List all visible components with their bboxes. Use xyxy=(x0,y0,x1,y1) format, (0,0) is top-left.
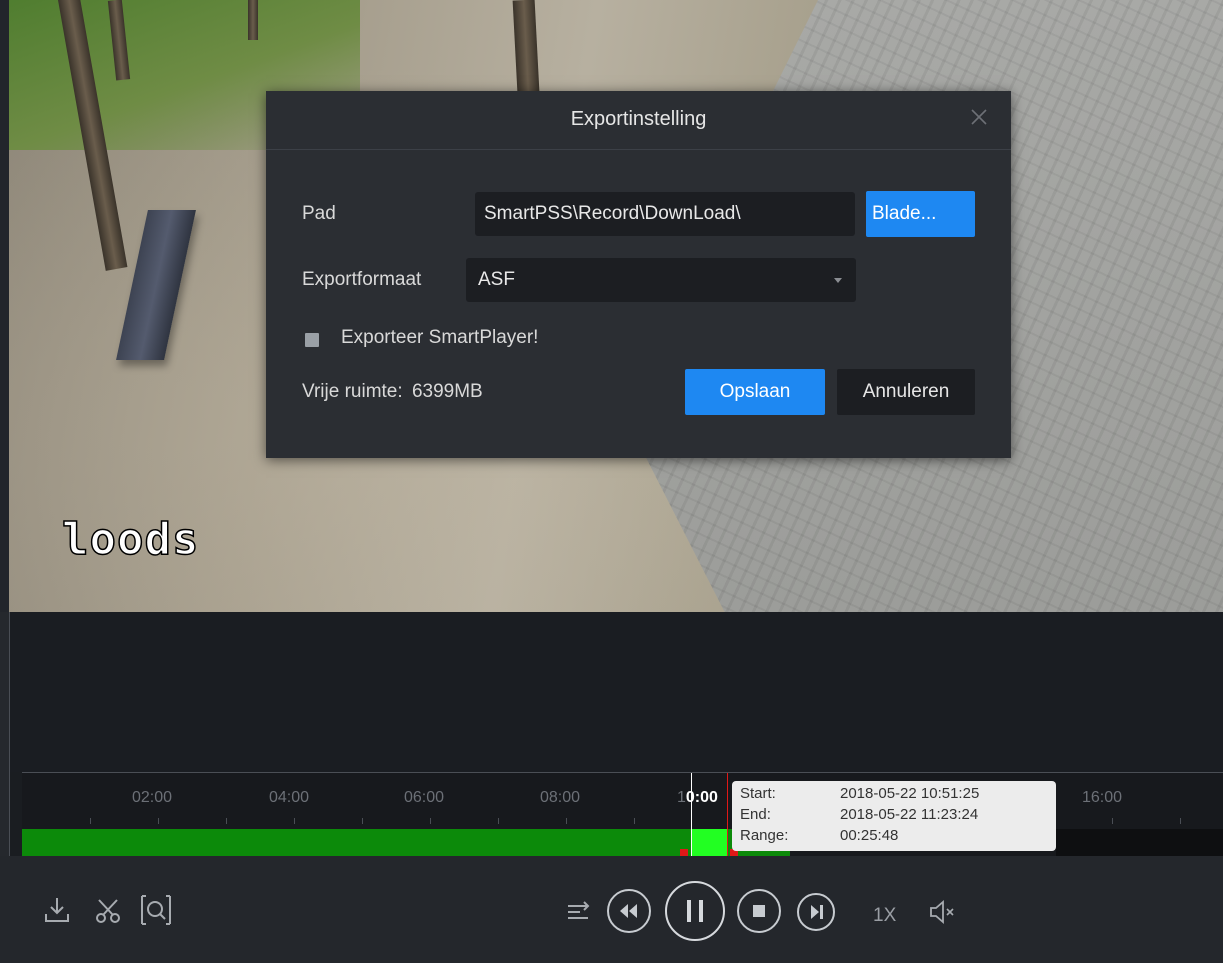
free-space-value: 6399MB xyxy=(411,381,483,402)
tick-mark xyxy=(1112,818,1113,824)
tick-mark xyxy=(566,818,567,824)
path-value: SmartPSS\Record\DownLoad\ xyxy=(484,203,741,224)
tick-label: 08:00 xyxy=(540,789,581,806)
tick-mark xyxy=(430,818,431,824)
tooltip-range-label: Range: xyxy=(740,827,789,844)
left-panel-edge xyxy=(0,0,9,612)
sync-icon[interactable] xyxy=(566,900,592,924)
save-button[interactable]: Opslaan xyxy=(685,369,825,415)
playback-controls: 1X xyxy=(0,856,1223,963)
tooltip-range-value: 00:25:48 xyxy=(840,827,899,844)
chevron-down-icon xyxy=(834,278,842,283)
cancel-button[interactable]: Annuleren xyxy=(837,369,975,415)
dialog-title: Exportinstelling xyxy=(570,108,707,130)
export-settings-dialog: Exportinstelling Pad SmartPSS\Record\Dow… xyxy=(266,91,1011,458)
range-tooltip: Start: 2018-05-22 10:51:25 End: 2018-05-22… xyxy=(732,781,1056,851)
mute-icon[interactable] xyxy=(928,900,956,924)
tooltip-start-row: Start: 2018-05-22 10:51:25 xyxy=(740,785,979,803)
bollard-post xyxy=(116,210,196,360)
tick-label: 04:00 xyxy=(269,789,310,806)
export-smartplayer-label[interactable]: Exporteer SmartPlayer! xyxy=(341,327,538,349)
tooltip-start-label: Start: xyxy=(740,785,776,802)
browse-button[interactable]: Blade... xyxy=(866,191,975,237)
tree-trunk xyxy=(512,0,540,93)
dialog-header: Exportinstelling xyxy=(266,91,1011,150)
next-frame-icon[interactable] xyxy=(796,892,836,932)
tooltip-end-value: 2018-05-22 11:23:24 xyxy=(840,806,979,823)
timeline[interactable]: 02:00 04:00 06:00 08:00 10:00 16:00 Star… xyxy=(22,772,1223,857)
tick-mark xyxy=(362,818,363,824)
player-blank-area xyxy=(9,612,1223,772)
pause-icon[interactable] xyxy=(664,880,726,942)
camera-name-overlay: loods xyxy=(61,513,200,566)
tooltip-end-row: End: 2018-05-22 11:23:24 xyxy=(740,806,978,824)
smart-search-icon[interactable] xyxy=(140,894,172,926)
tick-mark xyxy=(226,818,227,824)
tick-label: 02:00 xyxy=(132,789,173,806)
tooltip-end-label: End: xyxy=(740,806,771,823)
free-space-caption: Vrije ruimte: xyxy=(302,381,403,402)
scissors-icon[interactable] xyxy=(95,898,121,924)
playhead[interactable] xyxy=(691,773,692,856)
current-time-prefix: 1 xyxy=(677,789,686,806)
tick-mark xyxy=(634,818,635,824)
current-time-label: 10:00 xyxy=(677,789,718,807)
tick-mark xyxy=(1180,818,1181,824)
export-smartplayer-checkbox[interactable] xyxy=(305,333,319,347)
stop-icon[interactable] xyxy=(736,888,782,934)
selection-range[interactable] xyxy=(691,829,727,856)
tick-mark xyxy=(158,818,159,824)
path-label: Pad xyxy=(302,203,336,224)
tree-trunk xyxy=(248,0,258,40)
left-frame xyxy=(0,612,10,872)
tick-mark xyxy=(294,818,295,824)
format-select[interactable]: ASF xyxy=(466,258,856,302)
selection-end-line xyxy=(727,773,728,856)
no-recording-bar xyxy=(1056,829,1223,856)
tooltip-range-row: Range: 00:25:48 xyxy=(740,827,898,845)
tick-label: 06:00 xyxy=(404,789,445,806)
free-space-label: Vrije ruimte: 6399MB xyxy=(302,381,483,403)
speed-label[interactable]: 1X xyxy=(873,905,896,927)
rewind-icon[interactable] xyxy=(606,888,652,934)
format-value: ASF xyxy=(478,269,515,290)
tick-mark xyxy=(90,818,91,824)
tick-mark xyxy=(498,818,499,824)
download-icon[interactable] xyxy=(44,896,70,924)
recording-bar[interactable] xyxy=(22,829,790,856)
path-field[interactable]: SmartPSS\Record\DownLoad\ xyxy=(475,192,855,236)
tooltip-start-value: 2018-05-22 10:51:25 xyxy=(840,785,980,802)
format-label: Exportformaat xyxy=(302,269,422,290)
tick-label: 16:00 xyxy=(1082,789,1123,806)
close-icon[interactable] xyxy=(969,107,989,127)
